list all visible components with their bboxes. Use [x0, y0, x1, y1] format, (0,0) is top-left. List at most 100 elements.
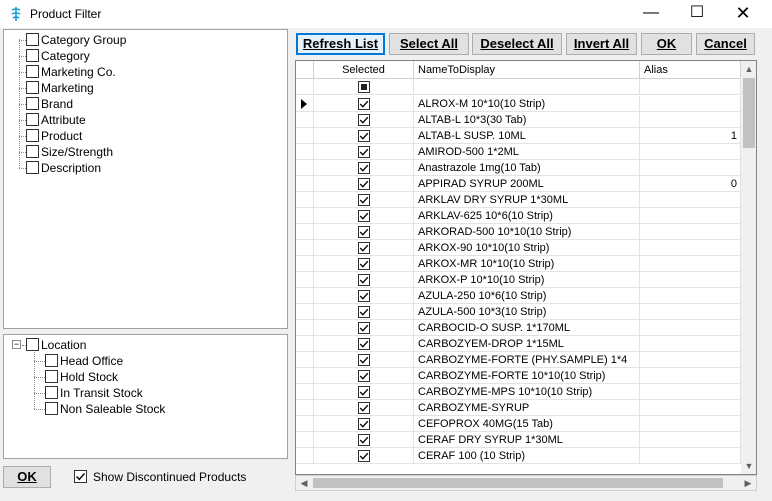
name-cell[interactable]: ARKLAV DRY SYRUP 1*30ML: [414, 192, 640, 208]
name-cell[interactable]: ARKORAD-500 10*10(10 Strip): [414, 224, 640, 240]
alias-cell[interactable]: [640, 112, 741, 128]
row-header[interactable]: [296, 320, 314, 336]
alias-cell[interactable]: [640, 432, 741, 448]
alias-cell[interactable]: [640, 192, 741, 208]
selected-cell[interactable]: [314, 368, 414, 384]
table-row[interactable]: ARKLAV-625 10*6(10 Strip): [296, 208, 741, 224]
close-button[interactable]: ✕: [720, 0, 766, 28]
row-selected-checkbox[interactable]: [358, 354, 370, 366]
table-row[interactable]: ARKORAD-500 10*10(10 Strip): [296, 224, 741, 240]
selected-cell[interactable]: [314, 192, 414, 208]
selected-cell[interactable]: [314, 272, 414, 288]
horizontal-scroll-thumb[interactable]: [313, 478, 723, 488]
location-tree[interactable]: − Location Head Office Hold Stock In Trans…: [3, 334, 288, 459]
selected-cell[interactable]: [314, 224, 414, 240]
row-header[interactable]: [296, 112, 314, 128]
maximize-button[interactable]: ☐: [674, 0, 720, 28]
table-row[interactable]: CARBOZYME-SYRUP: [296, 400, 741, 416]
table-row[interactable]: ALTAB-L SUSP. 10ML 1: [296, 128, 741, 144]
table-row[interactable]: CARBOCID-O SUSP. 1*170ML: [296, 320, 741, 336]
location-child-checkbox[interactable]: [45, 354, 58, 367]
selected-cell[interactable]: [314, 112, 414, 128]
name-cell[interactable]: CARBOZYEM-DROP 1*15ML: [414, 336, 640, 352]
invert-all-button[interactable]: Invert All: [566, 33, 637, 55]
row-header[interactable]: [296, 416, 314, 432]
tree-item-checkbox[interactable]: [26, 129, 39, 142]
alias-cell[interactable]: [640, 320, 741, 336]
name-cell[interactable]: CARBOCID-O SUSP. 1*170ML: [414, 320, 640, 336]
alias-cell[interactable]: [640, 144, 741, 160]
alias-cell[interactable]: [640, 208, 741, 224]
name-cell[interactable]: CARBOZYME-SYRUP: [414, 400, 640, 416]
collapse-icon[interactable]: −: [12, 340, 21, 349]
name-cell[interactable]: ARKOX-90 10*10(10 Strip): [414, 240, 640, 256]
row-header[interactable]: [296, 288, 314, 304]
row-selected-checkbox[interactable]: [358, 306, 370, 318]
alias-cell[interactable]: [640, 272, 741, 288]
alias-cell[interactable]: [640, 304, 741, 320]
selected-cell[interactable]: [314, 304, 414, 320]
selected-cell[interactable]: [314, 256, 414, 272]
row-selected-checkbox[interactable]: [358, 210, 370, 222]
footer-ok-button[interactable]: OK: [3, 466, 51, 488]
column-header-selected[interactable]: Selected: [314, 61, 414, 79]
table-row[interactable]: ARKLAV DRY SYRUP 1*30ML: [296, 192, 741, 208]
row-selected-checkbox[interactable]: [358, 370, 370, 382]
row-header[interactable]: [296, 384, 314, 400]
name-cell[interactable]: CARBOZYME-FORTE (PHY.SAMPLE) 1*4: [414, 352, 640, 368]
alias-cell[interactable]: [640, 336, 741, 352]
tree-item-checkbox[interactable]: [26, 49, 39, 62]
cancel-button[interactable]: Cancel: [696, 33, 755, 55]
selected-cell[interactable]: [314, 336, 414, 352]
tree-item-checkbox[interactable]: [26, 161, 39, 174]
table-row[interactable]: ARKOX-90 10*10(10 Strip): [296, 240, 741, 256]
alias-cell[interactable]: [640, 368, 741, 384]
location-child-checkbox[interactable]: [45, 402, 58, 415]
table-row[interactable]: CARBOZYEM-DROP 1*15ML: [296, 336, 741, 352]
table-row[interactable]: CERAF DRY SYRUP 1*30ML: [296, 432, 741, 448]
name-cell[interactable]: ARKLAV-625 10*6(10 Strip): [414, 208, 640, 224]
alias-cell[interactable]: [640, 240, 741, 256]
row-selected-checkbox[interactable]: [358, 402, 370, 414]
table-row[interactable]: ALROX-M 10*10(10 Strip): [296, 96, 741, 112]
name-cell[interactable]: ARKOX-MR 10*10(10 Strip): [414, 256, 640, 272]
selected-cell[interactable]: [314, 288, 414, 304]
selected-cell[interactable]: [314, 144, 414, 160]
selected-cell[interactable]: [314, 128, 414, 144]
select-all-checkbox[interactable]: [358, 81, 370, 93]
selected-cell[interactable]: [314, 160, 414, 176]
row-header[interactable]: [296, 304, 314, 320]
row-header[interactable]: [296, 368, 314, 384]
deselect-all-button[interactable]: Deselect All: [472, 33, 562, 55]
row-header[interactable]: [296, 144, 314, 160]
row-selected-checkbox[interactable]: [358, 434, 370, 446]
selected-cell[interactable]: [314, 208, 414, 224]
tree-item[interactable]: Size/Strength: [4, 144, 284, 160]
name-cell[interactable]: AZULA-250 10*6(10 Strip): [414, 288, 640, 304]
scroll-left-icon[interactable]: ◀: [296, 476, 312, 490]
attribute-tree[interactable]: Category Group Category Marketing Co. Marke…: [3, 29, 288, 329]
location-checkbox[interactable]: [26, 338, 39, 351]
alias-cell[interactable]: 0: [640, 176, 741, 192]
selected-cell[interactable]: [314, 320, 414, 336]
vertical-scrollbar[interactable]: ▲ ▼: [741, 61, 756, 474]
minimize-button[interactable]: —: [628, 0, 674, 28]
alias-cell[interactable]: [640, 352, 741, 368]
row-header[interactable]: [296, 240, 314, 256]
location-child-item[interactable]: Head Office: [4, 353, 284, 369]
selected-cell[interactable]: [314, 240, 414, 256]
table-row[interactable]: ALTAB-L 10*3(30 Tab): [296, 112, 741, 128]
table-row[interactable]: Anastrazole 1mg(10 Tab): [296, 160, 741, 176]
row-selected-checkbox[interactable]: [358, 146, 370, 158]
ok-button[interactable]: OK: [641, 33, 692, 55]
name-cell[interactable]: CARBOZYME-MPS 10*10(10 Strip): [414, 384, 640, 400]
row-selected-checkbox[interactable]: [358, 242, 370, 254]
column-header-alias[interactable]: Alias: [640, 61, 741, 79]
name-cell[interactable]: APPIRAD SYRUP 200ML: [414, 176, 640, 192]
location-child-item[interactable]: Hold Stock: [4, 369, 284, 385]
row-header[interactable]: [296, 400, 314, 416]
filter-cell-alias[interactable]: [640, 79, 741, 95]
horizontal-scrollbar[interactable]: ◀ ▶: [295, 475, 757, 491]
row-header[interactable]: [296, 224, 314, 240]
table-row[interactable]: ARKOX-MR 10*10(10 Strip): [296, 256, 741, 272]
